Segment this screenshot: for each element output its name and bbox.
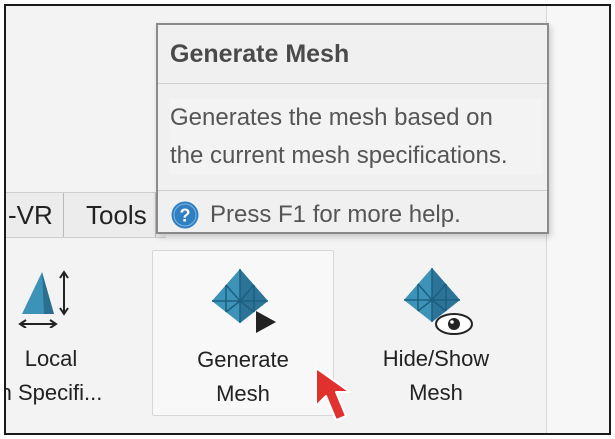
local-button-label-line1: Local xyxy=(24,346,78,371)
tab-tools[interactable]: Tools xyxy=(76,193,156,237)
mesh-pyramid-play-icon xyxy=(206,265,280,343)
tooltip: Generate Mesh Generates the mesh based o… xyxy=(156,23,549,234)
hide-show-button-label-line2: Mesh xyxy=(409,380,463,405)
generate-button-label-line2: Mesh xyxy=(216,381,270,406)
tooltip-description-line2: the current mesh specifications. xyxy=(170,142,508,169)
generate-button-label-line1: Generate xyxy=(197,347,289,372)
tooltip-description-line1: Generates the mesh based on xyxy=(170,104,493,131)
screenshot-frame: -VR Tools Local h Specifi... Generate Me… xyxy=(4,4,611,435)
mesh-pyramid-eye-icon xyxy=(396,264,476,346)
local-button-label-line2: h Specifi... xyxy=(4,380,103,405)
tooltip-divider-help xyxy=(158,190,547,191)
svg-text:?: ? xyxy=(180,206,191,226)
tooltip-divider xyxy=(158,83,547,84)
hide-show-button-label-line1: Hide/Show xyxy=(382,346,490,371)
red-cursor-arrow-icon xyxy=(312,366,362,431)
tooltip-description: Generates the mesh based on the current … xyxy=(170,99,542,175)
tooltip-help-text: Press F1 for more help. xyxy=(210,201,461,228)
tab-vr[interactable]: -VR xyxy=(6,193,64,237)
question-circle-icon: ? xyxy=(171,201,199,229)
hide-show-mesh-button[interactable]: Hide/Show Mesh xyxy=(346,250,526,416)
ribbon-right-area xyxy=(546,6,609,433)
triangle-with-dimension-arrows-icon xyxy=(16,264,86,338)
tooltip-title: Generate Mesh xyxy=(170,40,350,68)
local-mesh-specification-button[interactable]: Local h Specifi... xyxy=(4,250,126,416)
ribbon-tab-strip: -VR Tools xyxy=(6,192,166,238)
tooltip-help-row: ? Press F1 for more help. xyxy=(170,201,461,229)
generate-mesh-button[interactable]: Generate Mesh xyxy=(152,250,334,416)
